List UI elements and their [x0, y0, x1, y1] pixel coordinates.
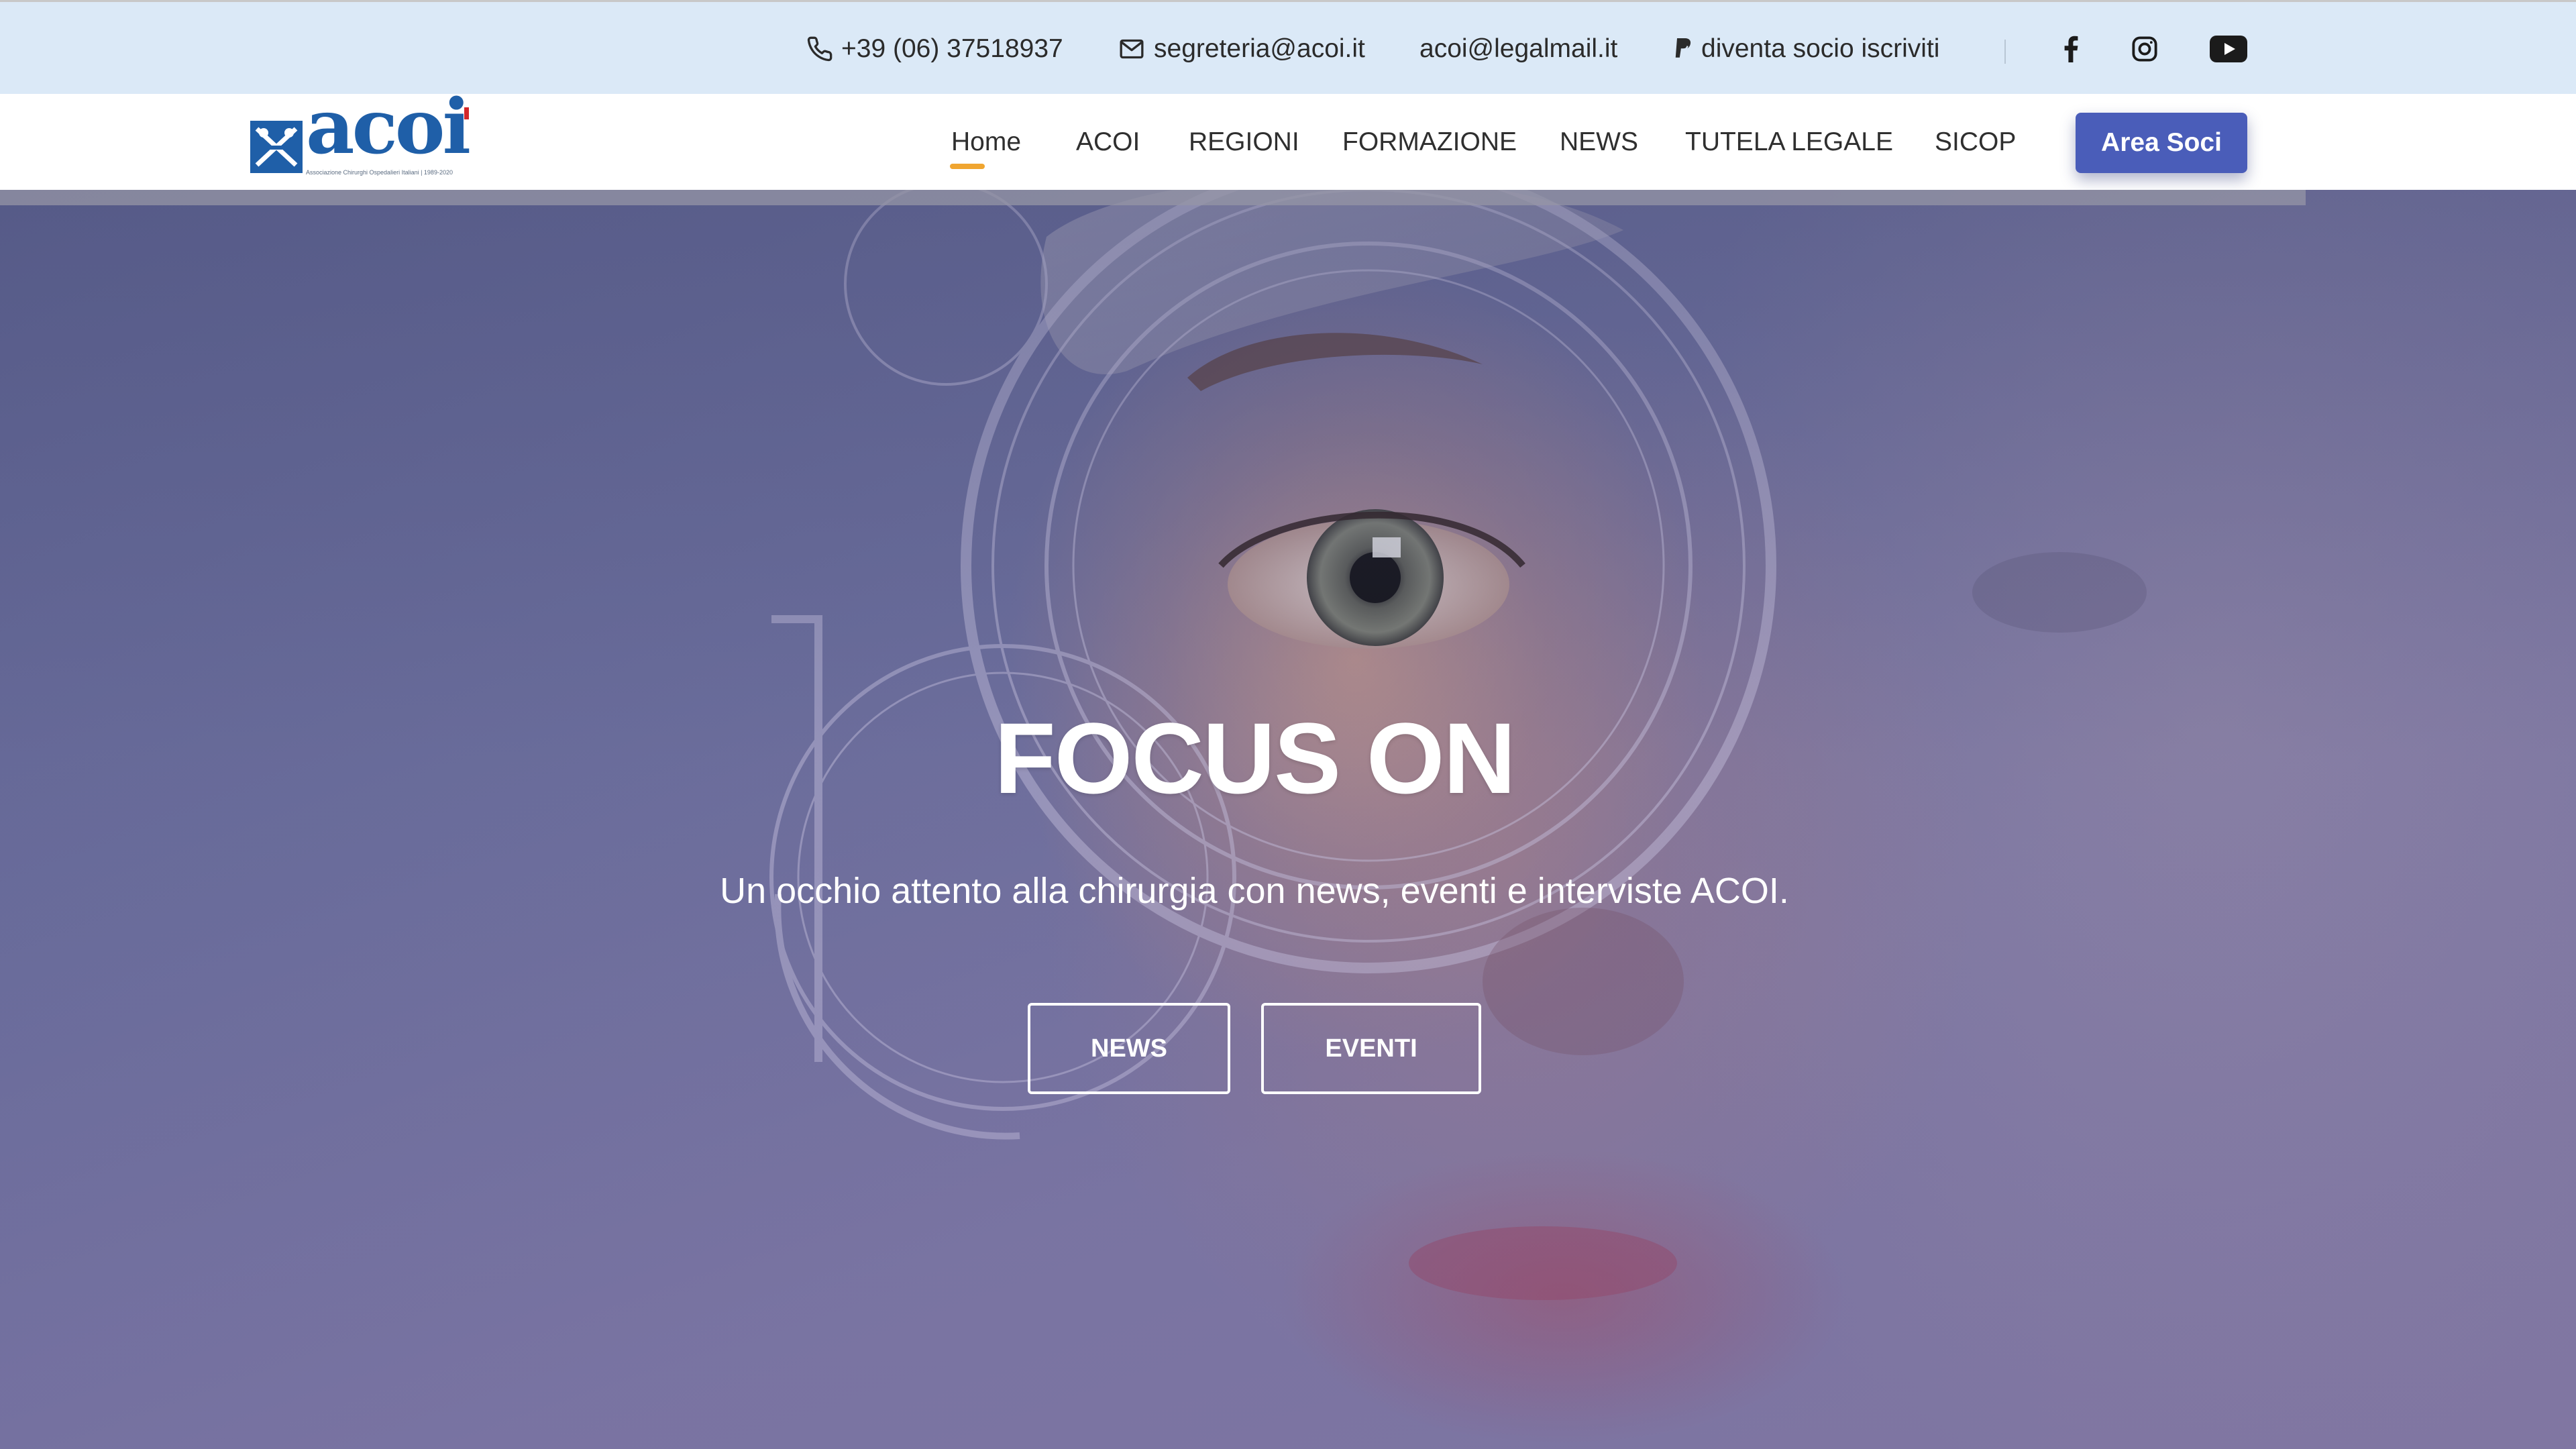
nav-item-tutela-legale[interactable]: TUTELA LEGALE — [1685, 94, 1893, 190]
acoi-logo[interactable]: acoi Associazione Chirurghi Ospedalieri … — [248, 90, 480, 180]
hero-overlay — [0, 190, 2576, 1449]
nav-item-sicop[interactable]: SICOP — [1935, 94, 2016, 190]
top-contact-bar: +39 (06) 37518937 segreteria@acoi.it aco… — [0, 0, 2576, 94]
hero-banner: FOCUS ON Un occhio attento alla chirurgi… — [0, 190, 2576, 1449]
hero-subtitle: Un occhio attento alla chirurgia con new… — [720, 871, 1789, 911]
logo-tagline: Associazione Chirurghi Ospedalieri Itali… — [306, 169, 453, 176]
hero-title: FOCUS ON — [994, 702, 1516, 814]
pec-address: acoi@legalmail.it — [1419, 34, 1618, 63]
phone-link[interactable]: +39 (06) 37518937 — [806, 2, 1063, 96]
logo-wordmark: acoi — [306, 83, 471, 171]
email-link[interactable]: segreteria@acoi.it — [1118, 2, 1365, 96]
phone-number: +39 (06) 37518937 — [841, 34, 1063, 63]
instagram-icon — [2132, 36, 2157, 62]
topbar-divider — [2004, 40, 2006, 64]
phone-icon — [807, 36, 833, 62]
join-label: diventa socio iscriviti — [1701, 34, 1940, 63]
join-link[interactable]: diventa socio iscriviti — [1672, 2, 1939, 96]
hero-eventi-button[interactable]: EVENTI — [1261, 1003, 1481, 1094]
paypal-icon — [1675, 38, 1691, 58]
facebook-icon — [2064, 36, 2078, 62]
envelope-icon — [1120, 39, 1144, 59]
instagram-link[interactable] — [2121, 2, 2168, 96]
email-address: segreteria@acoi.it — [1154, 34, 1365, 63]
logo-mark-icon — [250, 121, 303, 173]
nav-item-home[interactable]: Home — [951, 94, 1021, 190]
main-navbar: acoi Associazione Chirurghi Ospedalieri … — [0, 90, 2576, 190]
facebook-link[interactable] — [2047, 2, 2094, 96]
active-nav-indicator — [950, 164, 985, 169]
nav-item-regioni[interactable]: REGIONI — [1189, 94, 1299, 190]
nav-item-news[interactable]: NEWS — [1560, 94, 1638, 190]
pec-link[interactable]: acoi@legalmail.it — [1419, 2, 1617, 96]
logo-flag-accent — [464, 107, 469, 119]
nav-item-acoi[interactable]: ACOI — [1076, 94, 1140, 190]
youtube-link[interactable] — [2207, 2, 2250, 96]
hero-news-button[interactable]: NEWS — [1028, 1003, 1230, 1094]
area-soci-button[interactable]: Area Soci — [2076, 113, 2247, 173]
nav-item-formazione[interactable]: FORMAZIONE — [1342, 94, 1517, 190]
youtube-icon — [2210, 36, 2247, 62]
hero-top-strip — [0, 190, 2306, 205]
